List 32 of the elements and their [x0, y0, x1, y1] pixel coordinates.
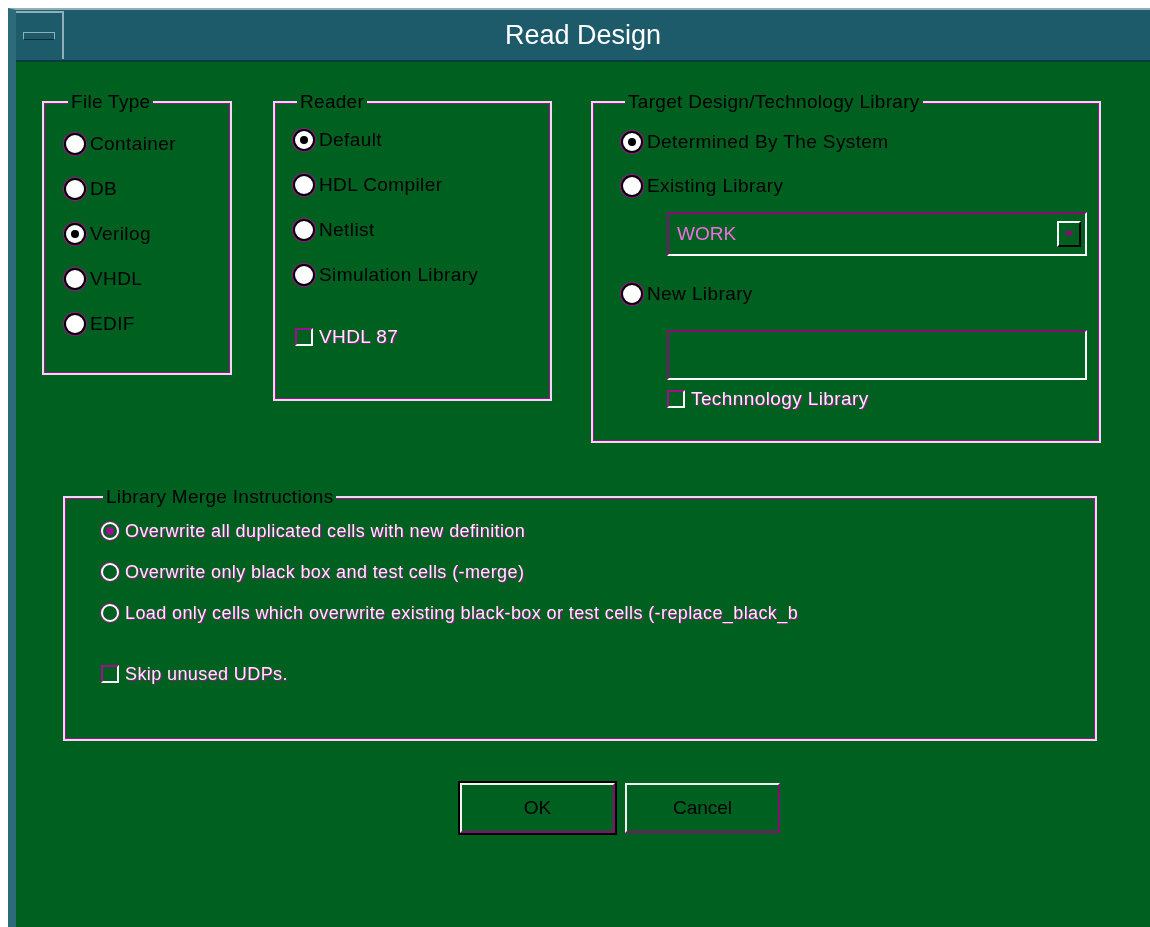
option-label: Container: [90, 133, 176, 156]
radio-button[interactable]: [66, 315, 84, 334]
radio-button[interactable]: [66, 135, 84, 154]
radio-button[interactable]: [66, 270, 84, 289]
window-menu-button[interactable]: [16, 11, 64, 59]
radio-button[interactable]: [295, 266, 313, 285]
radio-button[interactable]: [66, 180, 84, 199]
window-title: Read Design: [503, 19, 663, 51]
option-label: Simulation Library: [319, 264, 479, 287]
radio-button[interactable]: [623, 132, 641, 151]
option-label: Default: [319, 129, 382, 152]
option-label: Overwrite all duplicated cells with new definition: [125, 520, 526, 542]
option-label: VHDL: [90, 268, 143, 291]
option-label: Verilog: [90, 223, 151, 246]
checkbox-label: Technnology Library: [691, 387, 869, 410]
option-label: Existing Library: [647, 174, 784, 197]
option-label: EDIF: [90, 313, 135, 336]
option-label: Overwrite only black box and test cells (-merge): [125, 561, 525, 583]
checkbox-label: Skip unused UDPs.: [125, 663, 288, 685]
radio-button[interactable]: [295, 221, 313, 240]
option-label: HDL Compiler: [319, 174, 443, 197]
radio-button[interactable]: [295, 131, 313, 150]
option-label: Netlist: [319, 219, 375, 242]
cancel-button[interactable]: Cancel: [625, 783, 780, 833]
option-label: New Library: [647, 282, 753, 305]
option-label: Load only cells which overwrite existing black-box or test cells (-replace_black_b: [125, 602, 799, 624]
radio-button[interactable]: [66, 225, 84, 244]
radio-button[interactable]: [295, 176, 313, 195]
ok-button[interactable]: OK: [460, 783, 615, 833]
option-label: Determined By The System: [647, 130, 889, 153]
option-label: DB: [90, 178, 118, 201]
checkbox-label: VHDL 87: [319, 325, 399, 348]
